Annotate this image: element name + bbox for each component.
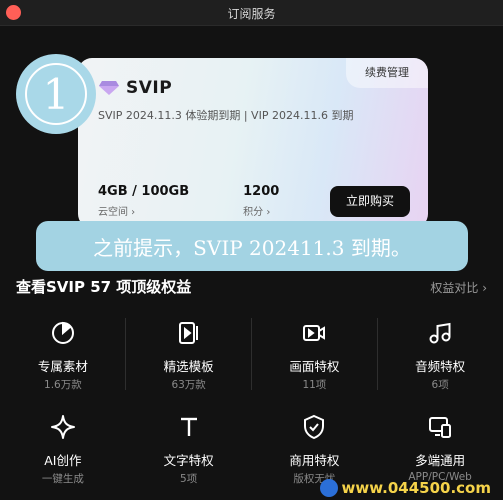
benefit-compare-link[interactable]: 权益对比 › xyxy=(430,279,487,296)
benefit-sub: 5项 xyxy=(180,473,198,485)
shield-check-icon xyxy=(304,414,325,440)
pie-chart-icon xyxy=(51,321,74,344)
benefit-item-templates[interactable]: 精选模板 63万款 xyxy=(126,312,252,406)
points-label: 积分 › xyxy=(243,207,271,218)
benefit-item-text[interactable]: 文字特权 5项 xyxy=(126,406,252,500)
benefit-sub: 一键生成 xyxy=(41,473,84,485)
benefit-name: 商用特权 xyxy=(289,453,340,468)
title-bar: 订阅服务 xyxy=(0,0,503,26)
tier-name: SVIP xyxy=(126,78,173,98)
benefit-name: 画面特权 xyxy=(289,359,340,374)
step-number: 1 xyxy=(25,63,87,125)
renewal-management-button[interactable]: 续费管理 xyxy=(346,58,428,88)
benefit-name: 多端通用 xyxy=(415,453,466,468)
template-icon xyxy=(178,322,198,344)
step-badge: 1 xyxy=(16,54,96,134)
benefit-name: 专属素材 xyxy=(37,359,88,374)
video-camera-icon xyxy=(303,325,326,341)
multi-device-icon xyxy=(429,417,452,438)
window-title: 订阅服务 xyxy=(227,7,276,21)
benefit-sub: 63万款 xyxy=(171,379,206,391)
points-value: 1200 xyxy=(243,184,280,199)
benefit-sub: 11项 xyxy=(302,379,327,391)
site-watermark: www.044500.com xyxy=(318,478,499,498)
watermark-text: www.044500.com xyxy=(341,479,491,497)
benefit-sub: 1.6万款 xyxy=(44,379,82,391)
benefit-item-visuals[interactable]: 画面特权 11项 xyxy=(252,312,378,406)
benefit-grid: 专属素材 1.6万款 精选模板 63万款 画面特权 11项 音频特权 6项 AI… xyxy=(0,312,503,500)
benefit-name: 文字特权 xyxy=(163,453,214,468)
benefit-name: AI创作 xyxy=(44,453,82,468)
svip-logo: SVIP xyxy=(98,78,172,98)
text-icon xyxy=(180,417,197,436)
benefit-name: 音频特权 xyxy=(415,359,466,374)
expiry-text: SVIP 2024.11.3 体验期到期 | VIP 2024.11.6 到期 xyxy=(98,109,354,122)
watermark-logo-icon xyxy=(319,479,338,497)
benefit-name: 精选模板 xyxy=(163,359,214,374)
points-stat[interactable]: 1200 积分 › xyxy=(243,184,279,218)
card-stats: 4GB / 100GB 云空间 › 1200 积分 › xyxy=(98,184,279,218)
storage-value: 4GB / 100GB xyxy=(98,184,190,199)
benefit-item-ai[interactable]: AI创作 一键生成 xyxy=(0,406,126,500)
diamond-icon xyxy=(99,81,119,95)
storage-label: 云空间 › xyxy=(98,207,136,218)
membership-card: 续费管理 SVIP SVIP 2024.11.3 体验期到期 | VIP 202… xyxy=(78,58,428,228)
benefit-item-audio[interactable]: 音频特权 6项 xyxy=(377,312,503,406)
sparkle-icon xyxy=(50,415,75,439)
music-note-icon xyxy=(429,322,451,344)
benefits-title: 查看SVIP 57 项顶级权益 xyxy=(16,278,192,296)
buy-now-button[interactable]: 立即购买 xyxy=(330,186,410,217)
caption-banner: 之前提示，SVIP 202411.3 到期。 xyxy=(36,221,468,271)
storage-stat[interactable]: 4GB / 100GB 云空间 › xyxy=(98,184,189,218)
benefit-item-materials[interactable]: 专属素材 1.6万款 xyxy=(0,312,126,406)
benefit-sub: 6项 xyxy=(431,379,449,391)
